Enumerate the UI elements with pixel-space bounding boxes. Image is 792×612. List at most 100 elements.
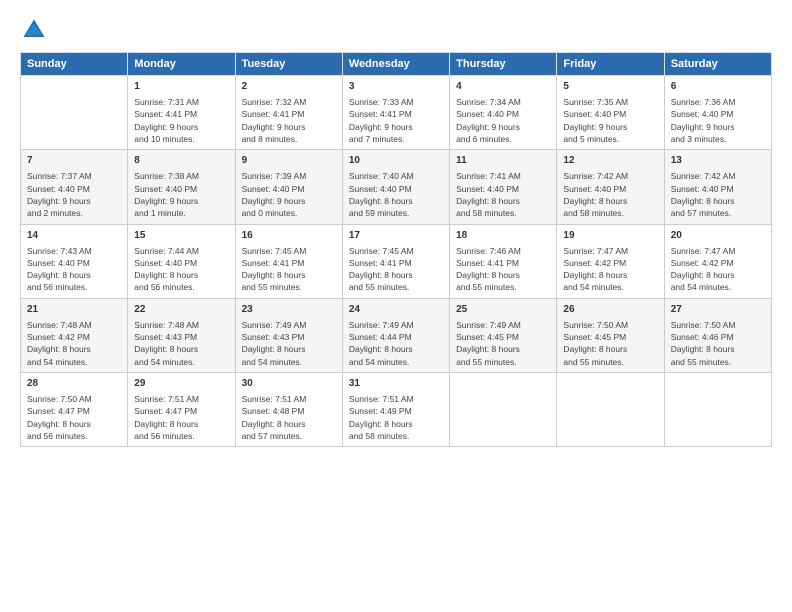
day-info: Sunrise: 7:39 AM Sunset: 4:40 PM Dayligh… [242, 170, 336, 219]
column-header-wednesday: Wednesday [342, 53, 449, 76]
day-number: 31 [349, 377, 443, 391]
page: SundayMondayTuesdayWednesdayThursdayFrid… [0, 0, 792, 612]
day-info: Sunrise: 7:49 AM Sunset: 4:44 PM Dayligh… [349, 319, 443, 368]
day-cell: 1 Sunrise: 7:31 AM Sunset: 4:41 PM Daylig… [128, 76, 235, 150]
day-cell: 13 Sunrise: 7:42 AM Sunset: 4:40 PM Dayli… [664, 150, 771, 224]
day-info: Sunrise: 7:44 AM Sunset: 4:40 PM Dayligh… [134, 245, 228, 294]
day-number: 6 [671, 80, 765, 94]
day-number: 30 [242, 377, 336, 391]
day-cell: 31 Sunrise: 7:51 AM Sunset: 4:49 PM Dayli… [342, 373, 449, 447]
day-cell: 7Sunrise: 7:37 AM Sunset: 4:40 PM Daylig… [21, 150, 128, 224]
day-cell: 3 Sunrise: 7:33 AM Sunset: 4:41 PM Daylig… [342, 76, 449, 150]
logo-icon [20, 16, 48, 44]
week-row-2: 7Sunrise: 7:37 AM Sunset: 4:40 PM Daylig… [21, 150, 772, 224]
week-row-1: 1 Sunrise: 7:31 AM Sunset: 4:41 PM Daylig… [21, 76, 772, 150]
day-number: 16 [242, 229, 336, 243]
day-cell: 17 Sunrise: 7:45 AM Sunset: 4:41 PM Dayli… [342, 224, 449, 298]
day-cell: 24 Sunrise: 7:49 AM Sunset: 4:44 PM Dayli… [342, 298, 449, 372]
day-cell: 9 Sunrise: 7:39 AM Sunset: 4:40 PM Daylig… [235, 150, 342, 224]
day-number: 7 [27, 154, 121, 168]
day-info: Sunrise: 7:48 AM Sunset: 4:42 PM Dayligh… [27, 319, 121, 368]
day-number: 17 [349, 229, 443, 243]
day-info: Sunrise: 7:35 AM Sunset: 4:40 PM Dayligh… [563, 96, 657, 145]
day-number: 5 [563, 80, 657, 94]
day-info: Sunrise: 7:34 AM Sunset: 4:40 PM Dayligh… [456, 96, 550, 145]
day-number: 20 [671, 229, 765, 243]
header [20, 16, 772, 44]
week-row-4: 21 Sunrise: 7:48 AM Sunset: 4:42 PM Dayli… [21, 298, 772, 372]
day-number: 9 [242, 154, 336, 168]
day-info: Sunrise: 7:46 AM Sunset: 4:41 PM Dayligh… [456, 245, 550, 294]
day-cell: 8 Sunrise: 7:38 AM Sunset: 4:40 PM Daylig… [128, 150, 235, 224]
day-info: Sunrise: 7:47 AM Sunset: 4:42 PM Dayligh… [563, 245, 657, 294]
day-info: Sunrise: 7:45 AM Sunset: 4:41 PM Dayligh… [242, 245, 336, 294]
day-cell [557, 373, 664, 447]
header-row: SundayMondayTuesdayWednesdayThursdayFrid… [21, 53, 772, 76]
day-number: 8 [134, 154, 228, 168]
day-number: 14 [27, 229, 121, 243]
day-info: Sunrise: 7:31 AM Sunset: 4:41 PM Dayligh… [134, 96, 228, 145]
day-number: 2 [242, 80, 336, 94]
day-info: Sunrise: 7:50 AM Sunset: 4:47 PM Dayligh… [27, 393, 121, 442]
day-number: 18 [456, 229, 550, 243]
day-cell: 29Sunrise: 7:51 AM Sunset: 4:47 PM Dayli… [128, 373, 235, 447]
day-number: 1 [134, 80, 228, 94]
day-number: 15 [134, 229, 228, 243]
day-cell: 12Sunrise: 7:42 AM Sunset: 4:40 PM Dayli… [557, 150, 664, 224]
day-number: 12 [563, 154, 657, 168]
day-cell: 15 Sunrise: 7:44 AM Sunset: 4:40 PM Dayli… [128, 224, 235, 298]
day-number: 22 [134, 303, 228, 317]
day-cell: 6 Sunrise: 7:36 AM Sunset: 4:40 PM Daylig… [664, 76, 771, 150]
day-cell: 27Sunrise: 7:50 AM Sunset: 4:46 PM Dayli… [664, 298, 771, 372]
week-row-5: 28 Sunrise: 7:50 AM Sunset: 4:47 PM Dayli… [21, 373, 772, 447]
day-cell: 20 Sunrise: 7:47 AM Sunset: 4:42 PM Dayli… [664, 224, 771, 298]
day-cell: 2 Sunrise: 7:32 AM Sunset: 4:41 PM Daylig… [235, 76, 342, 150]
day-cell: 22 Sunrise: 7:48 AM Sunset: 4:43 PM Dayli… [128, 298, 235, 372]
day-info: Sunrise: 7:49 AM Sunset: 4:45 PM Dayligh… [456, 319, 550, 368]
day-number: 11 [456, 154, 550, 168]
logo [20, 16, 52, 44]
day-cell: 21 Sunrise: 7:48 AM Sunset: 4:42 PM Dayli… [21, 298, 128, 372]
day-info: Sunrise: 7:51 AM Sunset: 4:49 PM Dayligh… [349, 393, 443, 442]
day-number: 19 [563, 229, 657, 243]
day-cell: 4 Sunrise: 7:34 AM Sunset: 4:40 PM Daylig… [450, 76, 557, 150]
day-number: 3 [349, 80, 443, 94]
day-number: 13 [671, 154, 765, 168]
day-number: 23 [242, 303, 336, 317]
day-info: Sunrise: 7:36 AM Sunset: 4:40 PM Dayligh… [671, 96, 765, 145]
day-number: 4 [456, 80, 550, 94]
column-header-saturday: Saturday [664, 53, 771, 76]
day-info: Sunrise: 7:42 AM Sunset: 4:40 PM Dayligh… [671, 170, 765, 219]
day-info: Sunrise: 7:40 AM Sunset: 4:40 PM Dayligh… [349, 170, 443, 219]
day-cell: 18 Sunrise: 7:46 AM Sunset: 4:41 PM Dayli… [450, 224, 557, 298]
day-info: Sunrise: 7:47 AM Sunset: 4:42 PM Dayligh… [671, 245, 765, 294]
day-cell [450, 373, 557, 447]
day-number: 21 [27, 303, 121, 317]
day-info: Sunrise: 7:33 AM Sunset: 4:41 PM Dayligh… [349, 96, 443, 145]
day-info: Sunrise: 7:38 AM Sunset: 4:40 PM Dayligh… [134, 170, 228, 219]
day-cell: 11 Sunrise: 7:41 AM Sunset: 4:40 PM Dayli… [450, 150, 557, 224]
day-number: 24 [349, 303, 443, 317]
day-info: Sunrise: 7:41 AM Sunset: 4:40 PM Dayligh… [456, 170, 550, 219]
column-header-sunday: Sunday [21, 53, 128, 76]
day-info: Sunrise: 7:32 AM Sunset: 4:41 PM Dayligh… [242, 96, 336, 145]
day-cell: 10Sunrise: 7:40 AM Sunset: 4:40 PM Dayli… [342, 150, 449, 224]
column-header-tuesday: Tuesday [235, 53, 342, 76]
day-info: Sunrise: 7:43 AM Sunset: 4:40 PM Dayligh… [27, 245, 121, 294]
day-cell: 5 Sunrise: 7:35 AM Sunset: 4:40 PM Daylig… [557, 76, 664, 150]
day-cell [21, 76, 128, 150]
day-number: 26 [563, 303, 657, 317]
day-cell: 16 Sunrise: 7:45 AM Sunset: 4:41 PM Dayli… [235, 224, 342, 298]
day-number: 28 [27, 377, 121, 391]
day-cell [664, 373, 771, 447]
day-number: 29 [134, 377, 228, 391]
day-cell: 25 Sunrise: 7:49 AM Sunset: 4:45 PM Dayli… [450, 298, 557, 372]
day-cell: 14 Sunrise: 7:43 AM Sunset: 4:40 PM Dayli… [21, 224, 128, 298]
day-cell: 19 Sunrise: 7:47 AM Sunset: 4:42 PM Dayli… [557, 224, 664, 298]
day-info: Sunrise: 7:45 AM Sunset: 4:41 PM Dayligh… [349, 245, 443, 294]
calendar-table: SundayMondayTuesdayWednesdayThursdayFrid… [20, 52, 772, 447]
column-header-friday: Friday [557, 53, 664, 76]
day-number: 25 [456, 303, 550, 317]
day-info: Sunrise: 7:48 AM Sunset: 4:43 PM Dayligh… [134, 319, 228, 368]
week-row-3: 14 Sunrise: 7:43 AM Sunset: 4:40 PM Dayli… [21, 224, 772, 298]
